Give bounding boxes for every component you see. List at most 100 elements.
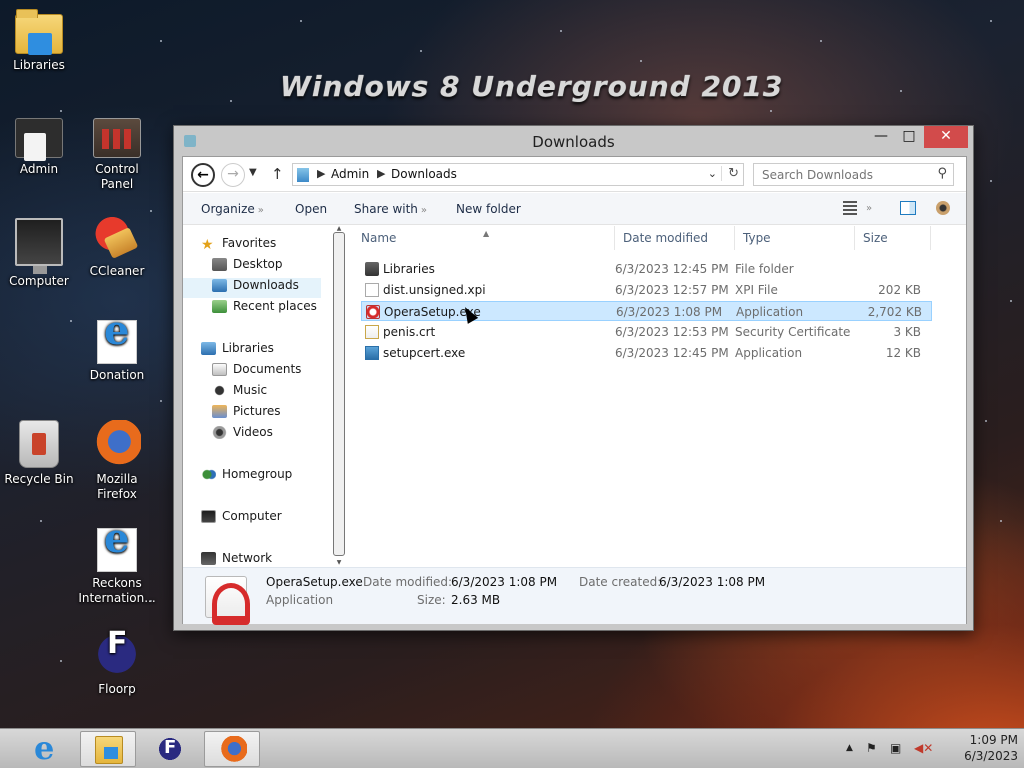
window-content: ← → ▼ ↑ ▶ Admin ▶ Downloads ⌄ ↻ ⚲ Organi… bbox=[182, 156, 967, 625]
file-date: 6/3/2023 1:08 PM bbox=[616, 305, 723, 319]
new-folder-button[interactable]: New folder bbox=[456, 202, 521, 216]
ccleaner-icon bbox=[93, 212, 141, 260]
scroll-down-icon[interactable]: ▼ bbox=[331, 560, 347, 566]
volume-muted-icon[interactable]: ◀✕ bbox=[914, 741, 933, 755]
preview-pane-icon[interactable] bbox=[900, 201, 916, 215]
breadcrumb-downloads[interactable]: Downloads bbox=[391, 167, 457, 181]
breadcrumb-admin[interactable]: Admin bbox=[331, 167, 369, 181]
computer-icon bbox=[201, 510, 216, 523]
nav-desktop[interactable]: Desktop bbox=[212, 257, 283, 277]
nav-music[interactable]: Music bbox=[212, 383, 267, 403]
taskbar-file-explorer[interactable] bbox=[80, 731, 136, 767]
libraries-icon bbox=[15, 9, 63, 55]
star-icon: ★ bbox=[201, 237, 214, 253]
chevron-icon: » bbox=[420, 205, 428, 216]
column-header-name[interactable]: Name ▲ bbox=[353, 226, 615, 250]
file-row[interactable]: dist.unsigned.xpi 6/3/2023 12:57 PM XPI … bbox=[361, 280, 932, 300]
organize-button[interactable]: Organize» bbox=[201, 202, 264, 216]
navigation-scrollbar[interactable]: ▲ ▼ bbox=[331, 226, 347, 566]
address-bar[interactable]: ▶ Admin ▶ Downloads ⌄ ↻ bbox=[292, 163, 744, 186]
details-size-label: Size: bbox=[417, 593, 446, 607]
sort-arrow-icon: ▲ bbox=[483, 229, 490, 238]
desktop-icon-donation[interactable]: Donation bbox=[78, 320, 156, 383]
desktop-icon-admin[interactable]: Admin bbox=[0, 118, 78, 177]
system-clock[interactable]: 1:09 PM 6/3/2023 bbox=[938, 732, 1018, 764]
internet-explorer-icon bbox=[32, 729, 60, 767]
file-name: dist.unsigned.xpi bbox=[383, 283, 486, 297]
taskbar-firefox[interactable] bbox=[204, 731, 260, 767]
desktop-icon-control-panel[interactable]: Control Panel bbox=[78, 118, 156, 192]
nav-computer[interactable]: Computer bbox=[201, 509, 282, 529]
chevron-icon: » bbox=[257, 205, 264, 216]
recent-locations-dropdown[interactable]: ▼ bbox=[249, 167, 257, 178]
desktop-icon-computer[interactable]: Computer bbox=[0, 212, 78, 289]
nav-favorites[interactable]: ★ Favorites bbox=[201, 236, 276, 256]
nav-videos[interactable]: Videos bbox=[212, 425, 273, 445]
search-icon[interactable]: ⚲ bbox=[937, 166, 947, 181]
show-hidden-icons-icon[interactable]: ▲ bbox=[846, 743, 853, 753]
file-explorer-icon bbox=[95, 736, 123, 764]
back-button[interactable]: ← bbox=[191, 163, 215, 187]
file-name: penis.crt bbox=[383, 325, 436, 339]
breadcrumb-separator-icon[interactable]: ▶ bbox=[317, 167, 325, 180]
column-header-date-modified[interactable]: Date modified bbox=[615, 226, 735, 250]
nav-homegroup[interactable]: Homegroup bbox=[201, 467, 292, 487]
nav-recent-places[interactable]: Recent places bbox=[212, 299, 317, 319]
location-icon bbox=[297, 168, 309, 182]
nav-libraries[interactable]: Libraries bbox=[201, 341, 274, 361]
file-type: XPI File bbox=[735, 283, 778, 297]
title-bar[interactable]: Downloads — □ ✕ bbox=[174, 126, 973, 156]
forward-button[interactable]: → bbox=[221, 163, 245, 187]
column-header-type[interactable]: Type bbox=[735, 226, 855, 250]
nav-downloads[interactable]: Downloads bbox=[183, 278, 321, 298]
details-date-created-label: Date created: bbox=[579, 575, 662, 589]
search-input[interactable] bbox=[754, 164, 924, 185]
wallpaper-banner: Windows 8 Underground 2013 bbox=[280, 70, 784, 103]
command-bar: Organize» Open Share with» New folder » bbox=[183, 193, 966, 225]
minimize-button[interactable]: — bbox=[868, 126, 894, 148]
music-icon bbox=[212, 384, 227, 397]
network-icon[interactable]: ▣ bbox=[890, 741, 901, 755]
chevron-icon[interactable]: » bbox=[866, 203, 882, 217]
help-icon[interactable] bbox=[936, 201, 950, 215]
nav-documents[interactable]: Documents bbox=[212, 362, 301, 382]
details-date-modified: 6/3/2023 1:08 PM bbox=[451, 575, 558, 589]
address-dropdown-icon[interactable]: ⌄ bbox=[708, 167, 717, 180]
breadcrumb-separator-icon[interactable]: ▶ bbox=[377, 167, 385, 180]
maximize-button[interactable]: □ bbox=[896, 126, 922, 148]
action-center-flag-icon[interactable]: ⚑ bbox=[866, 741, 877, 755]
desktop-icon-ccleaner[interactable]: CCleaner bbox=[78, 212, 156, 279]
desktop-icon-libraries[interactable]: Libraries bbox=[0, 8, 78, 73]
file-row-selected[interactable]: OperaSetup.exe 6/3/2023 1:08 PM Applicat… bbox=[361, 301, 932, 321]
change-view-icon[interactable] bbox=[843, 201, 857, 215]
file-row[interactable]: penis.crt 6/3/2023 12:53 PM Security Cer… bbox=[361, 322, 932, 342]
file-row[interactable]: Libraries 6/3/2023 12:45 PM File folder bbox=[361, 259, 932, 279]
close-button[interactable]: ✕ bbox=[924, 126, 968, 148]
opera-icon bbox=[366, 305, 380, 319]
refresh-icon[interactable]: ↻ bbox=[721, 166, 739, 181]
nav-network[interactable]: Network bbox=[201, 551, 272, 566]
firefox-icon bbox=[219, 736, 247, 764]
control-panel-icon bbox=[93, 118, 141, 158]
column-header-size[interactable]: Size bbox=[855, 226, 931, 250]
file-type: File folder bbox=[735, 262, 794, 276]
taskbar-floorp[interactable] bbox=[142, 731, 198, 767]
up-button[interactable]: ↑ bbox=[271, 165, 284, 183]
documents-icon bbox=[212, 363, 227, 376]
file-date: 6/3/2023 12:45 PM bbox=[615, 346, 729, 360]
videos-icon bbox=[212, 426, 227, 439]
taskbar-internet-explorer[interactable] bbox=[18, 729, 74, 767]
desktop-icon-recycle-bin[interactable]: Recycle Bin bbox=[0, 420, 78, 487]
folder-icon bbox=[365, 262, 379, 276]
clock-time: 1:09 PM bbox=[969, 733, 1018, 747]
taskbar: ▲ ⚑ ▣ ◀✕ 1:09 PM 6/3/2023 bbox=[0, 728, 1024, 768]
share-with-button[interactable]: Share with» bbox=[354, 202, 427, 216]
search-box[interactable]: ⚲ bbox=[753, 163, 954, 186]
desktop-icon-floorp[interactable]: Floorp bbox=[78, 630, 156, 697]
open-button[interactable]: Open bbox=[295, 202, 327, 216]
file-row[interactable]: setupcert.exe 6/3/2023 12:45 PM Applicat… bbox=[361, 343, 932, 363]
desktop-icon-firefox[interactable]: Mozilla Firefox bbox=[78, 420, 156, 502]
nav-pictures[interactable]: Pictures bbox=[212, 404, 281, 424]
scrollbar-thumb[interactable] bbox=[333, 232, 345, 556]
desktop-icon-reckons[interactable]: Reckons Internation... bbox=[78, 528, 156, 606]
